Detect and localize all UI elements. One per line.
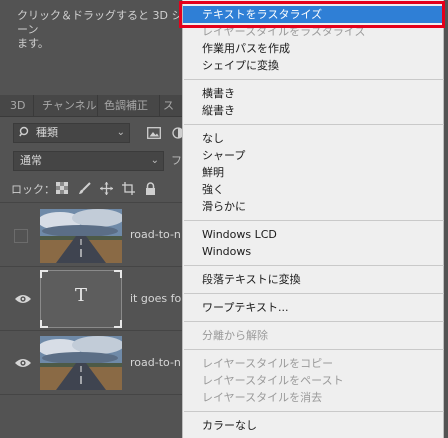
hint-line-2: ます。: [17, 37, 49, 50]
menu-item-horizontal[interactable]: 横書き: [183, 85, 445, 102]
menu-item-aa-sharp[interactable]: シャープ: [183, 147, 445, 164]
menu-item-vertical[interactable]: 縦書き: [183, 102, 445, 119]
menu-separator: [184, 293, 444, 294]
layer-thumbnail: [40, 209, 122, 263]
menu-item-aa-crisp[interactable]: 鮮明: [183, 164, 445, 181]
menu-item-convert-to-shape[interactable]: シェイプに変換: [183, 57, 445, 74]
lock-label: ロック：: [11, 183, 55, 196]
hint-text: クリック＆ドラッグすると 3D シーン ます。: [17, 9, 187, 51]
panel-tabs: 3D チャンネル 色調補正 ス: [0, 95, 182, 117]
divider: [0, 394, 182, 395]
tab-adjustments[interactable]: 色調補正: [98, 95, 160, 117]
menu-separator: [184, 220, 444, 221]
layer-thumbnail: [40, 336, 122, 390]
layers-panel: クリック＆ドラッグすると 3D シーン ます。 3D チャンネル 色調補正 ス …: [0, 0, 184, 438]
chevron-down-icon: ⌄: [150, 155, 159, 166]
tab-styles[interactable]: ス: [163, 95, 182, 117]
menu-separator: [184, 349, 444, 350]
lock-all-icon[interactable]: [142, 180, 158, 196]
layer-filter-select[interactable]: 種類 ⌄: [13, 123, 130, 143]
opacity-label: フ: [171, 154, 182, 167]
eye-icon[interactable]: [14, 357, 32, 369]
menu-item-paste-layer-style: レイヤースタイルをペースト: [202, 374, 344, 387]
menu-separator: [184, 321, 444, 322]
layer-name[interactable]: road-to-n: [130, 356, 181, 369]
layer-row[interactable]: road-to-n: [0, 202, 182, 266]
artboard-lock-icon[interactable]: [120, 180, 136, 196]
menu-item-clear-layer-style: レイヤースタイルを消去: [202, 391, 323, 404]
tab-3d[interactable]: 3D: [0, 95, 34, 117]
blend-mode-value: 通常: [20, 154, 42, 167]
menu-item-convert-to-paragraph[interactable]: 段落テキストに変換: [183, 271, 445, 288]
menu-separator: [184, 265, 444, 266]
layer-name[interactable]: it goes fo: [130, 292, 181, 305]
layer-name[interactable]: road-to-n: [130, 228, 181, 241]
menu-item-warp-text[interactable]: ワープテキスト...: [183, 299, 445, 316]
search-icon: [19, 124, 31, 144]
menu-item-release-isolation: 分離から解除: [202, 329, 268, 342]
chevron-down-icon: ⌄: [116, 127, 125, 138]
menu-separator: [184, 411, 444, 412]
text-layer-glyph: T: [74, 285, 87, 306]
menu-item-windows[interactable]: Windows: [183, 243, 445, 260]
text-layer-thumbnail: T: [40, 270, 122, 328]
menu-item-aa-none[interactable]: なし: [183, 130, 445, 147]
layer-row-text[interactable]: T it goes fo: [0, 266, 182, 330]
image-filter-icon[interactable]: [146, 125, 162, 141]
hint-line-1: クリック＆ドラッグすると 3D シーン: [17, 9, 183, 36]
lock-transparency-icon[interactable]: [54, 180, 70, 196]
filter-label: 種類: [36, 126, 58, 139]
menu-separator: [184, 79, 444, 80]
blend-mode-select[interactable]: 通常 ⌄: [13, 151, 164, 171]
menu-item-windows-lcd[interactable]: Windows LCD: [183, 226, 445, 243]
tab-channels[interactable]: チャンネル: [34, 95, 98, 117]
menu-separator: [184, 124, 444, 125]
menu-item-create-work-path[interactable]: 作業用パスを作成: [183, 40, 445, 57]
menu-item-aa-smooth[interactable]: 滑らかに: [183, 198, 445, 215]
menu-item-copy-layer-style: レイヤースタイルをコピー: [202, 357, 334, 370]
brush-icon[interactable]: [76, 180, 92, 196]
visibility-toggle[interactable]: [14, 229, 28, 243]
layer-row[interactable]: road-to-n: [0, 330, 182, 394]
annotation-highlight-frame: [179, 1, 445, 28]
context-menu: テキストをラスタライズ レイヤースタイルをラスタライズ 作業用パスを作成 シェイ…: [182, 0, 445, 438]
menu-item-aa-strong[interactable]: 強く: [183, 181, 445, 198]
eye-icon[interactable]: [14, 293, 32, 305]
move-lock-icon[interactable]: [98, 180, 114, 196]
menu-item-no-color[interactable]: カラーなし: [183, 417, 445, 434]
